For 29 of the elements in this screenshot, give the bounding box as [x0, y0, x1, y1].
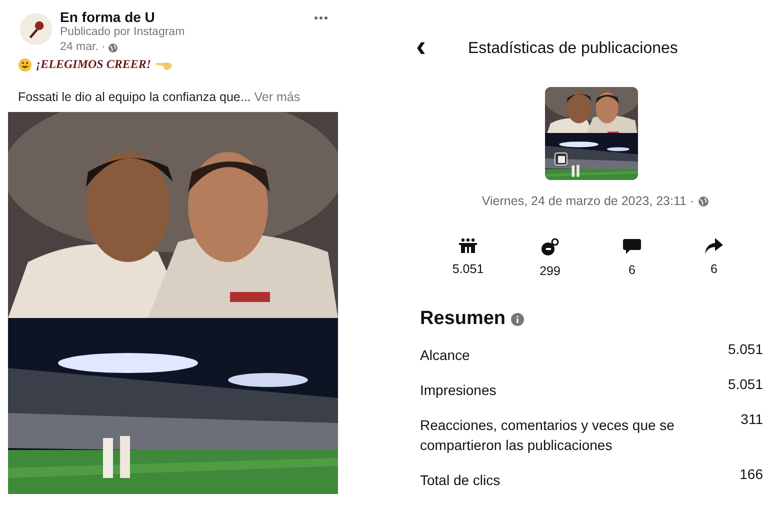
page-logo[interactable]	[20, 13, 52, 45]
stat-label: Reacciones, comentarios y veces que se compartieron las publicaciones	[420, 416, 676, 455]
metric-value: 6	[628, 263, 636, 277]
page-name[interactable]: En forma de U	[60, 10, 306, 25]
stat-label: Total de clics	[420, 471, 500, 490]
more-options-icon[interactable]	[314, 16, 328, 20]
section-title: Resumen	[420, 308, 506, 330]
globe-icon	[108, 42, 118, 52]
post-source: Publicado por Instagram	[60, 25, 186, 40]
metric-value: 5.051	[452, 262, 484, 276]
smiley-icon	[18, 58, 32, 72]
stat-value: 5.051	[728, 341, 763, 357]
stat-label: Alcance	[420, 346, 470, 365]
see-more-link[interactable]: Ver más	[254, 90, 300, 104]
info-icon[interactable]	[510, 312, 524, 326]
stat-label: Impresiones	[420, 381, 496, 400]
stat-value: 166	[740, 466, 763, 482]
back-button[interactable]: ‹	[408, 35, 430, 63]
screen-title: Estadísticas de publicaciones	[468, 40, 678, 58]
metric-value: 6	[710, 262, 718, 276]
post-date: Viernes, 24 de marzo de 2023, 23:11 ·	[482, 194, 694, 208]
stat-value: 311	[740, 411, 763, 427]
album-icon	[554, 152, 568, 166]
stat-value: 5.051	[728, 376, 763, 392]
post-headline: ¡ELEGIMOS CREER!	[36, 57, 152, 72]
post-date: 24 mar. ·	[60, 40, 106, 55]
metric-value: 299	[540, 264, 560, 278]
post-text: Fossati le dio al equipo la confianza que... Ver más	[18, 90, 302, 104]
globe-icon	[698, 196, 710, 206]
